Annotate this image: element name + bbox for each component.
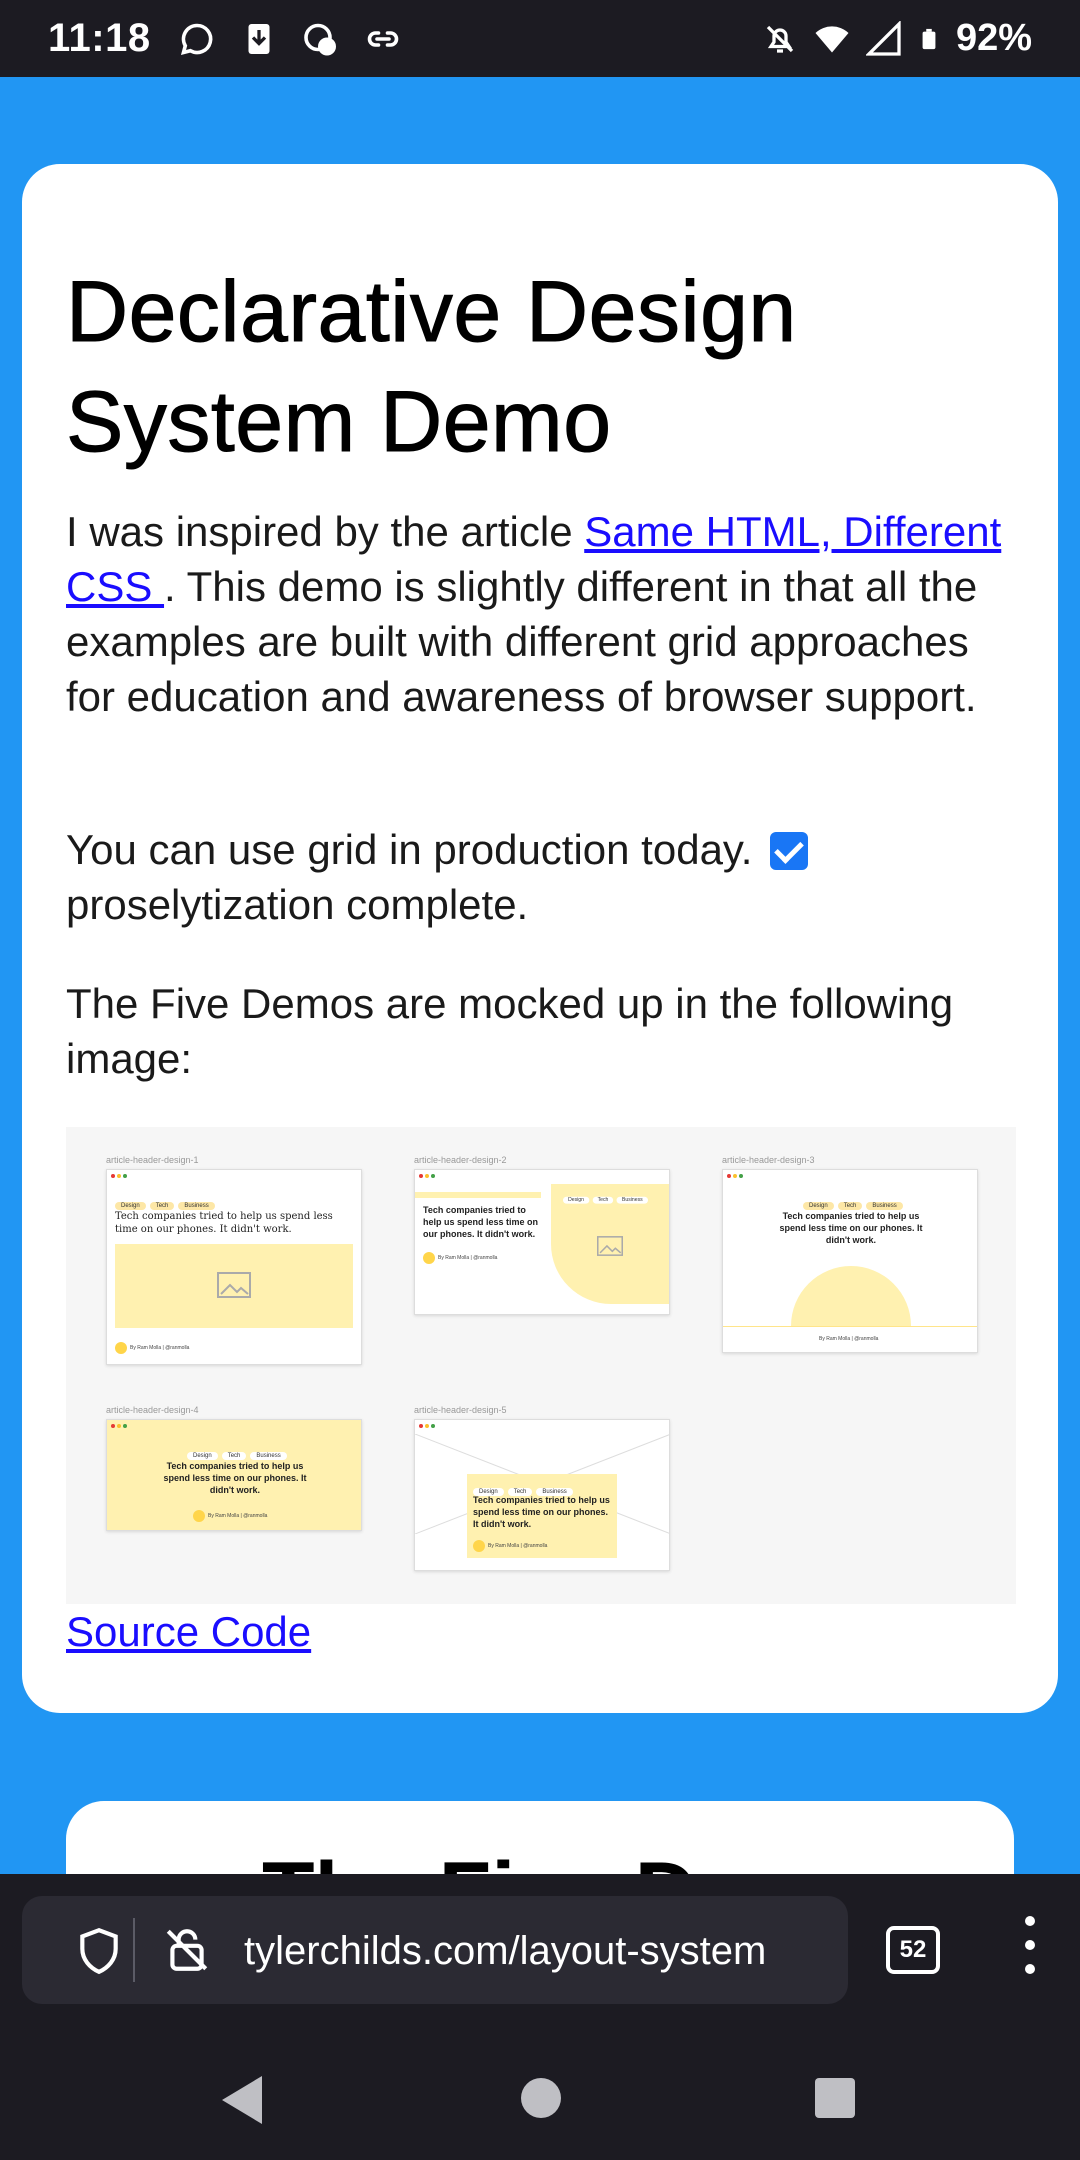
browser-toolbar: tylerchilds.com/layout-system 52 <box>0 1874 1080 2004</box>
five-demos-mockup-image: article-header-design-1 Design Tech Busine… <box>66 1127 1016 1604</box>
url-text[interactable]: tylerchilds.com/layout-system <box>244 1926 766 1976</box>
demos-text: The Five Demos are mocked up in the foll… <box>66 980 954 1082</box>
address-bar[interactable]: tylerchilds.com/layout-system <box>22 1896 848 2004</box>
signal-icon <box>865 20 901 56</box>
image-placeholder <box>115 1244 353 1328</box>
byline-text: By Ram Molla | @ranmolla <box>438 1255 498 1261</box>
thumb-byline: By Ram Molla | @ranmolla <box>193 1510 267 1522</box>
notification-icons <box>179 21 401 57</box>
image-placeholder <box>791 1266 911 1326</box>
shield-icon[interactable] <box>74 1926 124 1976</box>
thumb-label-2: article-header-design-2 <box>414 1155 507 1165</box>
proselytization-text: proselytization complete. <box>66 881 529 928</box>
status-time: 11:18 <box>48 16 151 60</box>
thumb-label-4: article-header-design-4 <box>106 1405 199 1415</box>
web-page[interactable]: Declarative Design System Demo I was ins… <box>0 77 1080 1874</box>
thumb-byline: By Ram Molla | @ranmolla <box>115 1342 189 1354</box>
chip: Tech <box>592 1196 614 1204</box>
intro-paragraph: I was inspired by the article Same HTML,… <box>66 504 1016 724</box>
avatar <box>473 1540 485 1552</box>
byline-text: By Ram Molla | @ranmolla <box>208 1513 268 1519</box>
menu-dots-icon[interactable] <box>1020 1916 1040 1986</box>
home-icon[interactable] <box>521 2078 561 2118</box>
design-1-thumb: Design Tech Business Tech companies tried … <box>106 1169 362 1365</box>
avatar <box>193 1510 205 1522</box>
thumb-headline: Tech companies tried to help us spend le… <box>779 1211 923 1245</box>
accent-strip <box>415 1192 541 1198</box>
source-code-paragraph: Source Code <box>66 1604 311 1659</box>
lock-off-icon[interactable] <box>162 1924 212 1976</box>
design-3-thumb: Design Tech Business Tech companies tried … <box>722 1169 978 1353</box>
intro-card: Declarative Design System Demo I was ins… <box>22 164 1058 1713</box>
byline-text: By Ram Molla | @ranmolla <box>130 1345 190 1351</box>
page-title: Declarative Design System Demo <box>66 264 797 471</box>
chip: Design <box>187 1452 218 1460</box>
thumb-byline: By Ram Molla | @ranmolla <box>423 1252 497 1264</box>
status-bar: 11:18 92% <box>0 0 1080 77</box>
chip: Tech <box>149 1202 175 1210</box>
source-code-link[interactable]: Source Code <box>66 1608 311 1655</box>
checkmark-checkbox[interactable] <box>770 832 809 870</box>
design-2-thumb: Design Tech Business Tech companies tried … <box>414 1169 670 1315</box>
thumb-headline: Tech companies tried to help us spend le… <box>423 1205 539 1239</box>
grid-paragraph: You can use grid in production today. pr… <box>66 822 1016 932</box>
navigation-bar <box>0 2004 1080 2160</box>
chip: Design <box>563 1196 590 1204</box>
design-4-thumb: Design Tech Business Tech companies tried … <box>106 1419 362 1531</box>
chip: Design <box>115 1202 146 1210</box>
demos-paragraph: The Five Demos are mocked up in the foll… <box>66 976 1016 1086</box>
chip: Business <box>616 1196 648 1204</box>
avatar <box>423 1252 435 1264</box>
bell-off-icon <box>766 25 794 53</box>
chip: Business <box>866 1202 903 1210</box>
image-placeholder: Design Tech Business <box>551 1184 669 1304</box>
chat-bubble-icon <box>180 23 213 55</box>
chip: Design <box>803 1202 834 1210</box>
thumb-byline: By Ram Molla | @ranmolla <box>473 1540 547 1552</box>
grid-text: You can use grid in production today. <box>66 826 753 873</box>
thumb-label-1: article-header-design-1 <box>106 1155 199 1165</box>
battery-icon <box>922 28 936 49</box>
section-title: The Five Demos <box>262 1843 922 1874</box>
wifi-icon <box>815 25 849 52</box>
image-icon <box>597 1236 623 1256</box>
headline-box: Design Tech Business Tech companies tried … <box>467 1474 617 1558</box>
image-icon <box>217 1272 251 1298</box>
intro-text-end: . This demo is slightly different in tha… <box>66 563 978 720</box>
byline-text: By Ram Molla | @ranmolla <box>488 1543 548 1549</box>
chip: Tech <box>837 1202 863 1210</box>
chip: Tech <box>221 1452 247 1460</box>
thumb-headline: Tech companies tried to help us spend le… <box>115 1211 333 1235</box>
thumb-headline: Tech companies tried to help us spend le… <box>473 1495 610 1529</box>
avatar <box>115 1342 127 1354</box>
sync-icon <box>303 23 336 55</box>
design-5-thumb: Design Tech Business Tech companies tried … <box>414 1419 670 1571</box>
recent-apps-icon[interactable] <box>815 2078 855 2118</box>
chip: Business <box>250 1452 287 1460</box>
divider <box>133 1918 135 1982</box>
battery-percent: 92% <box>955 17 1032 59</box>
thumb-headline: Tech companies tried to help us spend le… <box>163 1461 307 1495</box>
byline-text: By Ram Molla | @ranmolla <box>819 1336 879 1342</box>
intro-text-start: I was inspired by the article <box>66 508 585 555</box>
thumb-label-3: article-header-design-3 <box>722 1155 815 1165</box>
download-icon <box>248 23 270 54</box>
thumb-byline: By Ram Molla | @ranmolla <box>819 1336 878 1342</box>
tabs-counter-button[interactable]: 52 <box>886 1926 940 1974</box>
back-icon[interactable] <box>222 2076 262 2124</box>
system-status: 92% <box>762 17 1032 60</box>
link-icon <box>367 30 398 47</box>
divider <box>723 1326 977 1327</box>
chip: Business <box>178 1202 215 1210</box>
five-demos-card: The Five Demos <box>66 1801 1014 1874</box>
thumb-label-5: article-header-design-5 <box>414 1405 507 1415</box>
